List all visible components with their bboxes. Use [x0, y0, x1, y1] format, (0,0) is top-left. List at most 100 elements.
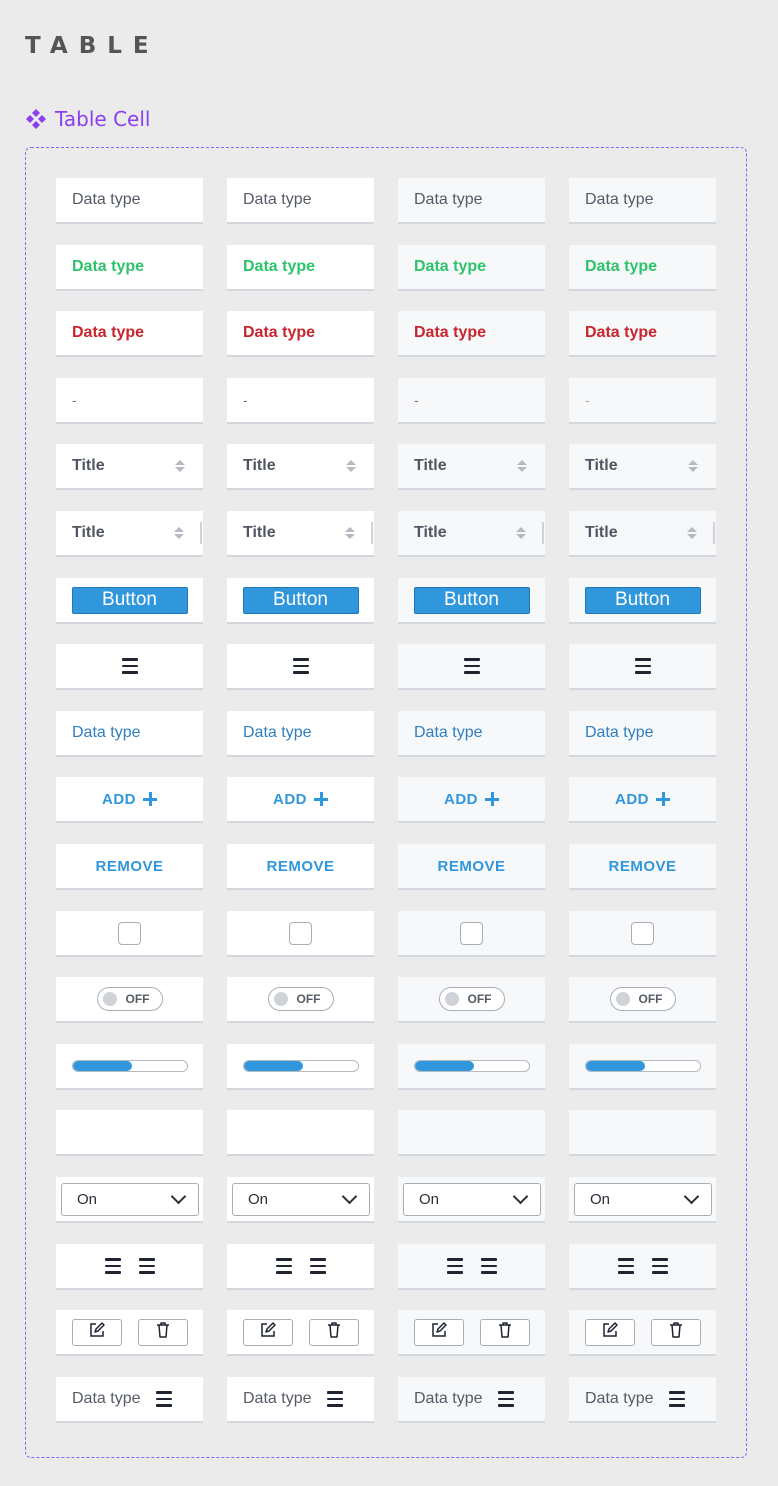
add-button[interactable]: ADD	[444, 791, 499, 808]
sortable-header-cell[interactable]: Title	[398, 444, 545, 490]
cell-toggle[interactable]: OFF	[609, 987, 676, 1011]
table-cell: Data type	[56, 245, 203, 291]
delete-button[interactable]	[137, 1318, 188, 1346]
cell-button[interactable]: Button	[71, 586, 188, 614]
add-label: ADD	[615, 790, 649, 808]
delete-button[interactable]	[479, 1318, 530, 1346]
cell-link[interactable]: Data type	[414, 724, 482, 742]
cell-text-success: Data type	[243, 258, 316, 275]
hamburger-menu-icon[interactable]	[275, 1258, 292, 1274]
cell-link[interactable]: Data type	[72, 724, 140, 742]
table-cell: REMOVE	[56, 844, 203, 890]
cell-checkbox[interactable]	[118, 921, 141, 945]
cell-select[interactable]: On	[61, 1182, 199, 1216]
add-button[interactable]: ADD	[102, 791, 157, 808]
toggle-knob	[615, 992, 630, 1006]
table-cell: On	[227, 1177, 374, 1223]
column-resize-divider[interactable]	[371, 522, 373, 544]
chevron-down-icon	[683, 1188, 700, 1205]
cell-link[interactable]: Data type	[243, 724, 311, 742]
sort-arrows-icon[interactable]	[173, 460, 187, 472]
hamburger-menu-icon[interactable]	[121, 658, 138, 674]
cell-text: Data type	[585, 191, 654, 208]
cell-link[interactable]: Data type	[585, 724, 653, 742]
hamburger-menu-icon[interactable]	[480, 1258, 497, 1274]
edit-button[interactable]	[71, 1318, 122, 1346]
add-label: ADD	[444, 790, 478, 808]
hamburger-menu-icon[interactable]	[446, 1258, 463, 1274]
table-cell	[398, 1244, 545, 1290]
remove-button[interactable]: REMOVE	[266, 858, 334, 875]
edit-button[interactable]	[242, 1318, 293, 1346]
toggle-label: OFF	[467, 992, 492, 1006]
cell-progress-bar	[242, 1060, 359, 1072]
add-label: ADD	[102, 790, 136, 808]
hamburger-menu-icon[interactable]	[292, 658, 309, 674]
cell-toggle[interactable]: OFF	[96, 987, 163, 1011]
sort-arrows-icon[interactable]	[344, 460, 358, 472]
delete-button[interactable]	[308, 1318, 359, 1346]
hamburger-menu-icon[interactable]	[498, 1391, 515, 1407]
toggle-label: OFF	[296, 992, 321, 1006]
add-button[interactable]: ADD	[273, 791, 328, 808]
cell-button[interactable]: Button	[413, 586, 530, 614]
cell-select[interactable]: On	[403, 1182, 541, 1216]
table-cell: Data type	[227, 711, 374, 757]
sortable-header-cell[interactable]: Title	[227, 444, 374, 490]
hamburger-menu-icon[interactable]	[617, 1258, 634, 1274]
cell-toggle[interactable]: OFF	[267, 987, 334, 1011]
remove-button[interactable]: REMOVE	[437, 858, 505, 875]
cell-toggle[interactable]: OFF	[438, 987, 505, 1011]
cell-checkbox[interactable]	[631, 921, 654, 945]
sort-arrows-icon[interactable]	[343, 527, 357, 539]
hamburger-menu-icon[interactable]	[309, 1258, 326, 1274]
sortable-header-cell[interactable]: Title	[56, 444, 203, 490]
table-cell: Data type	[398, 311, 545, 357]
table-cell: Button	[398, 578, 545, 624]
column-resize-divider[interactable]	[713, 522, 715, 544]
sortable-header-cell[interactable]: Title	[569, 444, 716, 490]
table-cell: Data type	[398, 711, 545, 757]
sortable-header-cell-divider[interactable]: Title	[56, 511, 203, 557]
hamburger-menu-icon[interactable]	[634, 658, 651, 674]
hamburger-menu-icon[interactable]	[104, 1258, 121, 1274]
table-cell	[227, 1310, 374, 1356]
add-button[interactable]: ADD	[615, 791, 670, 808]
sort-arrows-icon[interactable]	[514, 527, 528, 539]
delete-button[interactable]	[650, 1318, 701, 1346]
remove-button[interactable]: REMOVE	[95, 858, 163, 875]
hamburger-menu-icon[interactable]	[156, 1391, 173, 1407]
cell-checkbox[interactable]	[289, 921, 312, 945]
cell-text: Data type	[72, 191, 141, 208]
cell-select[interactable]: On	[232, 1182, 370, 1216]
table-cell: Data type	[569, 245, 716, 291]
sortable-header-cell-divider[interactable]: Title	[227, 511, 374, 557]
header-title: Title	[243, 457, 276, 474]
hamburger-menu-icon[interactable]	[463, 658, 480, 674]
table-cell: OFF	[227, 977, 374, 1023]
hamburger-menu-icon[interactable]	[651, 1258, 668, 1274]
hamburger-menu-icon[interactable]	[327, 1391, 344, 1407]
table-cell: Data type	[569, 711, 716, 757]
hamburger-menu-icon[interactable]	[138, 1258, 155, 1274]
column-resize-divider[interactable]	[200, 522, 202, 544]
sort-arrows-icon[interactable]	[515, 460, 529, 472]
sort-arrows-icon[interactable]	[685, 527, 699, 539]
sort-arrows-icon[interactable]	[686, 460, 700, 472]
trash-icon	[155, 1321, 171, 1344]
hamburger-menu-icon[interactable]	[669, 1391, 686, 1407]
header-title: Title	[243, 524, 276, 541]
column-resize-divider[interactable]	[542, 522, 544, 544]
cell-button[interactable]: Button	[242, 586, 359, 614]
sortable-header-cell-divider[interactable]: Title	[398, 511, 545, 557]
cell-checkbox[interactable]	[460, 921, 483, 945]
table-cell	[227, 911, 374, 957]
sortable-header-cell-divider[interactable]: Title	[569, 511, 716, 557]
edit-button[interactable]	[584, 1318, 635, 1346]
cell-select[interactable]: On	[574, 1182, 712, 1216]
edit-button[interactable]	[413, 1318, 464, 1346]
sort-arrows-icon[interactable]	[172, 527, 186, 539]
table-cell: -	[398, 378, 545, 424]
cell-button[interactable]: Button	[584, 586, 701, 614]
remove-button[interactable]: REMOVE	[608, 858, 676, 875]
